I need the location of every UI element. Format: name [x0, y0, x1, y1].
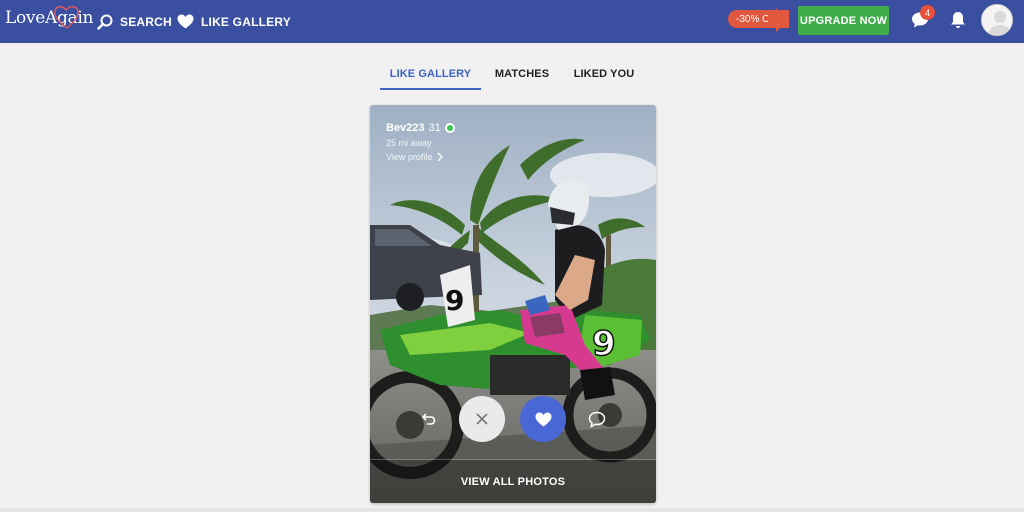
chat-bubble-icon — [588, 411, 606, 428]
close-icon — [476, 413, 488, 425]
upgrade-now-button[interactable]: UPGRADE NOW — [798, 6, 889, 35]
profile-username: Bev223 — [386, 122, 425, 134]
tab-matches-label: MATCHES — [494, 68, 550, 80]
chevron-right-icon — [437, 152, 444, 162]
like-button[interactable] — [520, 396, 566, 442]
tab-matches[interactable]: MATCHES — [481, 58, 563, 90]
tab-liked-you-label: LIKED YOU — [573, 68, 635, 80]
logo-heart-icon — [54, 6, 79, 29]
svg-text:9: 9 — [445, 284, 464, 317]
tab-like-gallery-label: LIKE GALLERY — [389, 68, 472, 80]
nav-like-gallery-label: LIKE GALLERY — [201, 14, 291, 29]
top-navigation-bar: LoveAgain SEARCH LIKE GALLERY -30% OFF U… — [0, 0, 1024, 43]
gallery-tabs: LIKE GALLERY MATCHES LIKED YOU — [380, 58, 645, 90]
profile-name[interactable]: Bev223 31 — [386, 122, 455, 134]
messages-badge: 4 — [920, 5, 935, 20]
heart-icon — [177, 14, 194, 29]
profile-distance: 25 mi away — [386, 138, 432, 148]
user-avatar[interactable] — [981, 4, 1013, 36]
avatar-placeholder-icon — [982, 5, 1012, 35]
tab-liked-you[interactable]: LIKED YOU — [563, 58, 645, 90]
heart-icon — [535, 412, 551, 426]
message-button[interactable] — [586, 408, 608, 430]
undo-button[interactable] — [417, 408, 439, 430]
profile-card[interactable]: 9 9 Bev223 31 25 mi away View profile VI… — [370, 105, 656, 503]
view-profile-label: View profile — [386, 152, 433, 162]
nav-search[interactable]: SEARCH — [97, 0, 172, 43]
undo-icon — [421, 413, 436, 425]
search-icon — [97, 14, 113, 30]
view-all-photos-button[interactable]: VIEW ALL PHOTOS — [370, 460, 656, 503]
nav-like-gallery[interactable]: LIKE GALLERY — [177, 0, 291, 43]
upgrade-label: UPGRADE NOW — [799, 14, 888, 27]
online-status-indicator — [444, 123, 455, 133]
bell-icon[interactable] — [950, 11, 966, 29]
view-all-photos-label: VIEW ALL PHOTOS — [460, 475, 566, 488]
svg-text:9: 9 — [592, 324, 616, 364]
profile-age: 31 — [428, 122, 441, 134]
pass-button[interactable] — [459, 396, 505, 442]
page-bottom-band — [0, 508, 1024, 512]
view-profile-link[interactable]: View profile — [386, 152, 444, 162]
arrow-right-icon — [768, 8, 788, 32]
messages-count: 4 — [924, 7, 930, 18]
nav-search-label: SEARCH — [120, 14, 172, 29]
tab-like-gallery[interactable]: LIKE GALLERY — [380, 58, 481, 90]
profile-photo[interactable]: 9 9 — [370, 105, 656, 503]
